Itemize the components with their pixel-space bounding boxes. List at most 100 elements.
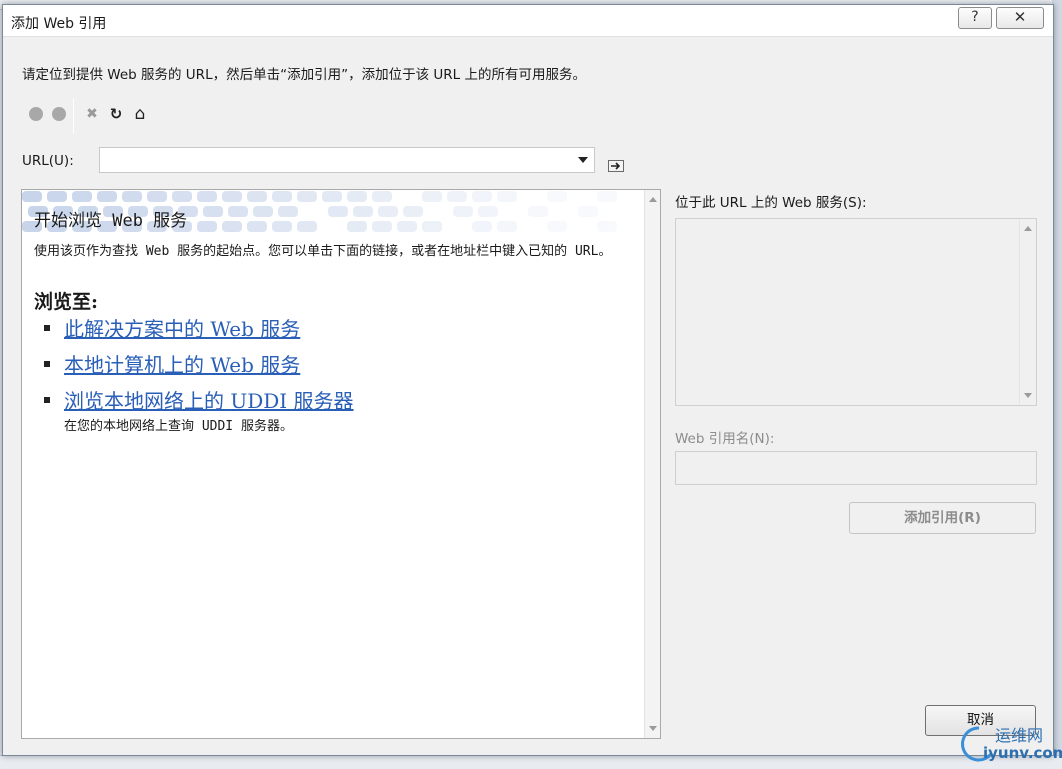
add-web-reference-dialog: 添加 Web 引用 ? ✕ 请定位到提供 Web 服务的 URL，然后单击“添加…: [2, 4, 1054, 756]
bullet: [44, 325, 50, 331]
scroll-up-icon[interactable]: [1024, 226, 1032, 231]
watermark-line1: 运维网: [995, 726, 1044, 745]
banner-tile: [222, 221, 242, 232]
banner-tile: [222, 191, 242, 202]
banner-tile: [347, 221, 367, 232]
banner-tile: [497, 221, 517, 232]
banner-tile: [422, 221, 442, 232]
banner-tile: [447, 191, 467, 202]
banner-tile: [197, 221, 217, 232]
list-item: 本地计算机上的 Web 服务: [44, 349, 354, 378]
link-uddi-servers[interactable]: 浏览本地网络上的 UDDI 服务器: [64, 389, 354, 413]
banner-tile: [278, 206, 298, 217]
banner-tile: [597, 221, 617, 232]
close-icon: ✕: [1013, 8, 1027, 26]
banner-tile: [372, 221, 392, 232]
banner-tile: [472, 221, 492, 232]
link-local-machine-services[interactable]: 本地计算机上的 Web 服务: [64, 353, 300, 377]
banner-tile: [122, 191, 142, 202]
forward-icon: [52, 107, 66, 121]
chevron-down-icon[interactable]: [578, 157, 588, 163]
banner-tile: [353, 206, 373, 217]
url-label: URL(U):: [22, 153, 74, 169]
scroll-down-icon[interactable]: [649, 726, 657, 731]
add-reference-button[interactable]: 添加引用(R): [849, 502, 1036, 534]
banner-tile: [197, 191, 217, 202]
banner-tile: [247, 221, 267, 232]
banner-tile: [472, 191, 492, 202]
background-statusbar: [0, 755, 1062, 769]
banner-tile: [422, 191, 442, 202]
url-combobox[interactable]: [99, 147, 595, 173]
banner-tile: [97, 191, 117, 202]
banner-tile: [22, 191, 42, 202]
banner-tile: [478, 206, 498, 217]
banner-tile: [347, 191, 367, 202]
banner-tile: [322, 191, 342, 202]
watermark-line2: iyunv.com: [983, 744, 1062, 762]
scroll-up-icon[interactable]: [649, 197, 657, 202]
banner-tile: [397, 221, 417, 232]
banner-tile: [172, 191, 192, 202]
refresh-button[interactable]: ↻: [107, 105, 125, 123]
uddi-link-description: 在您的本地网络上查询 UDDI 服务器。: [64, 419, 293, 434]
banner-tile: [378, 206, 398, 217]
browse-links-list: 此解决方案中的 Web 服务 本地计算机上的 Web 服务 浏览本地网络上的 U…: [44, 313, 354, 441]
close-button[interactable]: ✕: [996, 7, 1044, 29]
banner-tile: [547, 191, 567, 202]
services-list[interactable]: [675, 218, 1037, 406]
scroll-down-icon[interactable]: [1024, 393, 1032, 398]
banner-tile: [372, 191, 392, 202]
url-input[interactable]: [104, 151, 564, 169]
home-button[interactable]: ⌂: [131, 104, 149, 124]
help-icon: ?: [971, 9, 979, 25]
reference-name-label: Web 引用名(N):: [675, 431, 775, 447]
banner-tile: [147, 191, 167, 202]
services-scrollbar[interactable]: [1019, 219, 1035, 405]
banner-tile: [297, 221, 317, 232]
bullet: [44, 361, 50, 367]
forward-button[interactable]: [50, 105, 68, 123]
banner-tile: [597, 191, 617, 202]
banner-tile: [328, 206, 348, 217]
bullet: [44, 397, 50, 403]
browser-intro-text: 使用该页作为查找 Web 服务的起始点。您可以单击下面的链接，或者在地址栏中键入…: [34, 244, 612, 259]
toolbar-separator: [73, 99, 74, 133]
banner-tile: [47, 191, 67, 202]
banner-tile: [228, 206, 248, 217]
banner-tile: [72, 191, 92, 202]
browser-pane: 开始浏览 Web 服务 使用该页作为查找 Web 服务的起始点。您可以单击下面的…: [21, 189, 661, 739]
title-bar: 添加 Web 引用 ? ✕: [3, 5, 1053, 37]
banner-tile: [403, 206, 423, 217]
banner-tile: [297, 191, 317, 202]
banner-tile: [272, 221, 292, 232]
site-watermark: 运维网 iyunv.com: [955, 722, 1062, 768]
banner-tile: [497, 191, 517, 202]
stop-icon: ✖: [86, 106, 98, 122]
banner-tile: [247, 191, 267, 202]
dialog-title: 添加 Web 引用: [11, 16, 107, 32]
browse-heading: 浏览至:: [34, 291, 99, 313]
list-item: 此解决方案中的 Web 服务: [44, 313, 354, 342]
banner-tile: [578, 206, 598, 217]
list-item: 浏览本地网络上的 UDDI 服务器 在您的本地网络上查询 UDDI 服务器。: [44, 385, 354, 434]
go-arrow-icon[interactable]: [608, 160, 624, 172]
banner-tile: [203, 206, 223, 217]
help-button[interactable]: ?: [958, 7, 992, 29]
browser-page-title: 开始浏览 Web 服务: [34, 211, 188, 231]
banner-tile: [453, 206, 473, 217]
reference-name-input[interactable]: [675, 451, 1037, 485]
back-icon: [29, 107, 43, 121]
link-solution-services[interactable]: 此解决方案中的 Web 服务: [64, 317, 300, 341]
home-icon: ⌂: [134, 104, 146, 124]
banner-tile: [528, 206, 548, 217]
services-label: 位于此 URL 上的 Web 服务(S):: [675, 195, 867, 211]
back-button[interactable]: [27, 105, 45, 123]
banner-tile: [547, 221, 567, 232]
refresh-icon: ↻: [109, 105, 123, 123]
stop-button[interactable]: ✖: [83, 105, 101, 123]
banner-tile: [253, 206, 273, 217]
browser-scrollbar[interactable]: [644, 190, 660, 738]
instructions-text: 请定位到提供 Web 服务的 URL，然后单击“添加引用”，添加位于该 URL …: [22, 67, 586, 83]
banner-tile: [272, 191, 292, 202]
